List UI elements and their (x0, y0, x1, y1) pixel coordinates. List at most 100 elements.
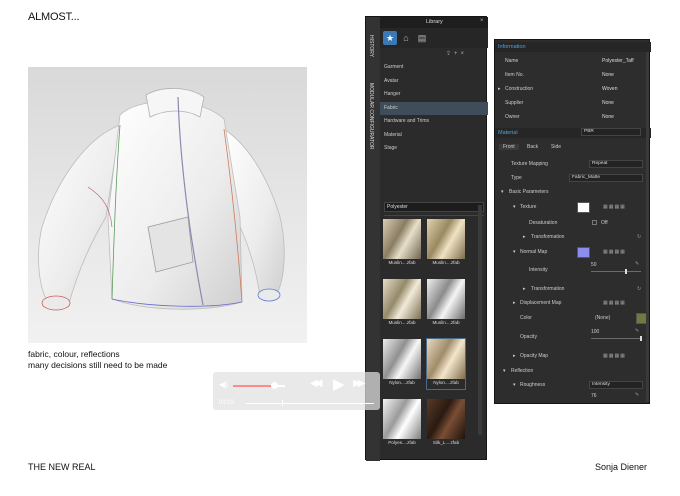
texture-action-icons[interactable]: ▦▦▦▦ (603, 204, 626, 210)
opacity-slider[interactable] (591, 338, 641, 339)
fabric-thumb[interactable]: Nylon....zfab (383, 339, 421, 389)
progress-track[interactable] (246, 403, 374, 404)
expand-arrow-icon[interactable]: ▸ (498, 86, 501, 92)
tab-front[interactable]: Front (499, 144, 519, 150)
close-icon[interactable]: × (480, 18, 484, 24)
fabric-thumb-label: Polyes....zfab (388, 440, 416, 445)
fabric-swatch (427, 339, 465, 379)
opacity-map-action-icons[interactable]: ▦▦▦▦ (603, 353, 626, 359)
volume-slider-handle[interactable] (270, 382, 278, 389)
fabric-thumb-label: Silk_L....zfab (432, 440, 460, 445)
home-icon[interactable]: ⌂ (399, 31, 413, 45)
intensity-slider[interactable] (591, 271, 641, 272)
info-value[interactable]: Woven (602, 86, 617, 92)
side-tabs: Front Back Side (495, 140, 651, 154)
material-type-dropdown[interactable]: PBR (581, 128, 641, 136)
reset-icon[interactable]: ↻ (637, 234, 641, 240)
normal-map-swatch[interactable] (577, 247, 590, 258)
fabric-thumb[interactable]: Muslin....zfab (427, 279, 465, 329)
basic-parameters-label: Basic Parameters (509, 189, 549, 195)
info-value[interactable]: None (602, 72, 614, 78)
roughness-value[interactable]: 76 (591, 393, 597, 399)
type-dropdown[interactable]: Fabric_Matte (569, 174, 643, 182)
library-item-stage[interactable]: Stage (380, 142, 488, 156)
info-value[interactable]: None (602, 114, 614, 120)
upload-icon[interactable]: ⇪ (446, 51, 454, 57)
library-item-garment[interactable]: Garment (380, 61, 488, 75)
edit-icon[interactable]: ✎ (635, 328, 639, 334)
library-actions: ⇪+× (446, 50, 467, 57)
folder-icon[interactable]: ▤ (415, 31, 429, 45)
progress-handle[interactable] (281, 400, 283, 406)
tab-modular-configurator[interactable]: MODULAR CONFIGURATOR (368, 83, 374, 149)
texture-mapping-row: Texture Mapping Repeat (495, 157, 651, 171)
opacity-row: Opacity 100 ✎ (495, 327, 651, 341)
texture-mapping-label: Texture Mapping (511, 161, 548, 167)
color-row: Color (None) (495, 311, 651, 325)
fabric-thumb[interactable]: Muslin....zfab (383, 219, 421, 269)
expand-arrow-icon[interactable]: ▸ (513, 300, 516, 306)
fabric-thumb[interactable]: Silk_L....zfab (427, 399, 465, 449)
library-search-input[interactable]: Polyester (384, 202, 484, 212)
tab-back[interactable]: Back (527, 144, 538, 150)
info-value[interactable]: Polyester_Taff (602, 58, 634, 64)
slide-title: ALMOST... (28, 11, 80, 23)
collapse-arrow-icon[interactable]: ▾ (501, 189, 504, 195)
displacement-map-label: Displacement Map (520, 300, 562, 306)
intensity-value[interactable]: 50 (591, 262, 597, 268)
reset-icon[interactable]: ↻ (637, 286, 641, 292)
collapse-arrow-icon[interactable]: ▾ (513, 249, 516, 255)
fabric-thumb-label: Muslin....zfab (432, 260, 460, 265)
info-row-construction[interactable]: ▸ Construction Woven (495, 82, 651, 96)
collapse-arrow-icon[interactable]: ▾ (513, 382, 516, 388)
desaturation-label: Desaturation (529, 220, 558, 226)
property-scrollbar[interactable] (646, 52, 649, 402)
library-item-avatar[interactable]: Avatar (380, 75, 488, 89)
library-item-material[interactable]: Material (380, 129, 488, 143)
displacement-action-icons[interactable]: ▦▦▦▦ (603, 300, 626, 306)
expand-arrow-icon[interactable]: ▸ (523, 234, 526, 240)
collapse-arrow-icon[interactable]: ▾ (503, 368, 506, 374)
transformation-row: ▸ Transformation ↻ (495, 230, 651, 244)
play-icon[interactable]: ▶ (333, 375, 345, 393)
displacement-map-row: ▸ Displacement Map ▦▦▦▦ (495, 296, 651, 310)
fabric-thumb-label: Muslin....zfab (432, 320, 460, 325)
fabric-swatch (427, 399, 465, 439)
library-item-hanger[interactable]: Hanger (380, 88, 488, 102)
normal-map-action-icons[interactable]: ▦▦▦▦ (603, 249, 626, 255)
fabric-thumb[interactable]: Muslin....zfab (427, 219, 465, 269)
edit-icon[interactable]: ✎ (635, 392, 639, 398)
fabric-thumb[interactable]: Muslin....zfab (383, 279, 421, 329)
volume-icon[interactable]: ◀) (219, 380, 228, 389)
tab-side[interactable]: Side (551, 144, 561, 150)
texture-mapping-dropdown[interactable]: Repeat (589, 160, 643, 168)
library-item-fabric[interactable]: Fabric (380, 101, 488, 115)
roughness-label: Roughness (520, 382, 546, 388)
info-value[interactable]: None (602, 100, 614, 106)
opacity-value[interactable]: 100 (591, 329, 599, 335)
collapse-arrow-icon[interactable]: ▾ (513, 204, 516, 210)
tab-history[interactable]: HISTORY (368, 35, 374, 57)
fast-forward-icon[interactable]: ▶▶ (353, 378, 366, 389)
desaturation-checkbox[interactable] (592, 220, 597, 225)
library-toolbar: ★ ⌂ ▤ (380, 28, 488, 48)
fabric-thumb-selected[interactable]: Nylon....zfab (426, 338, 466, 390)
edit-icon[interactable]: ✎ (635, 261, 639, 267)
intensity-slider-handle[interactable] (625, 269, 627, 274)
rewind-icon[interactable]: ◀◀ (310, 378, 323, 389)
fabric-swatch (383, 339, 421, 379)
star-icon[interactable]: ★ (383, 31, 397, 45)
library-item-hardware-trims[interactable]: Hardware and Trims (380, 115, 488, 129)
texture-swatch[interactable] (577, 202, 590, 213)
basic-parameters-row[interactable]: ▾ Basic Parameters (495, 185, 651, 199)
expand-arrow-icon[interactable]: ▸ (513, 353, 516, 359)
reflection-row[interactable]: ▾ Reflection (495, 364, 651, 378)
remove-icon[interactable]: × (461, 51, 468, 57)
library-scrollbar[interactable] (478, 205, 482, 435)
information-section-header[interactable]: Information (495, 42, 651, 52)
roughness-type-dropdown[interactable]: Intensity (589, 381, 643, 389)
opacity-slider-handle[interactable] (640, 336, 642, 341)
volume-slider-fill (233, 385, 274, 387)
fabric-thumb[interactable]: Polyes....zfab (383, 399, 421, 449)
expand-arrow-icon[interactable]: ▸ (523, 286, 526, 292)
